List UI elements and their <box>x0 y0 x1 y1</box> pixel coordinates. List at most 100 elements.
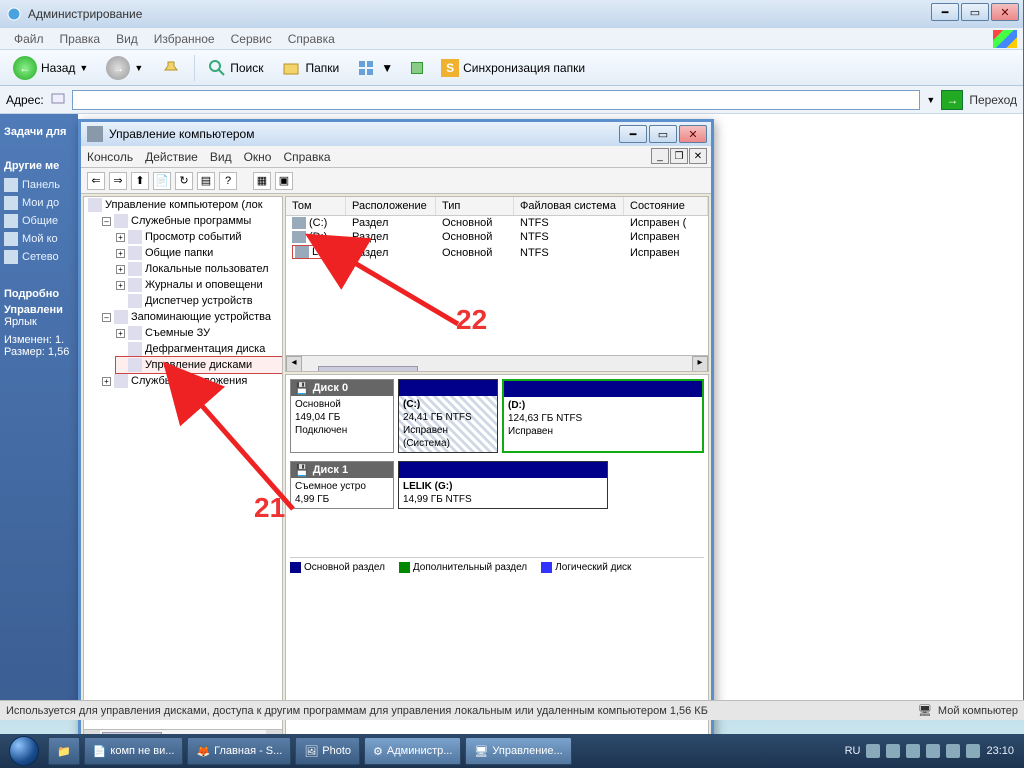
sidebar-item[interactable]: Мой ко <box>4 230 78 248</box>
mmc-maximize[interactable]: ▭ <box>649 125 677 143</box>
volume-row[interactable]: (D:) РазделОсновнойNTFSИсправен <box>286 230 708 244</box>
taskbar-task[interactable]: 📄комп не ви... <box>84 737 184 765</box>
system-tray: RU 23:10 <box>845 744 1020 758</box>
tree-item-disk-management[interactable]: Управление дисками <box>116 357 282 373</box>
partition-lelik[interactable]: LELIK (G:)14,99 ГБ NTFS <box>398 461 608 509</box>
address-input[interactable] <box>72 90 921 110</box>
taskbar-task[interactable]: 🖼Photo <box>295 737 360 765</box>
menu-edit[interactable]: Правка <box>52 30 109 48</box>
tb-refresh-icon[interactable]: ↻ <box>175 172 193 190</box>
col-location[interactable]: Расположение <box>346 197 436 215</box>
outer-menubar: Файл Правка Вид Избранное Сервис Справка <box>0 28 1023 50</box>
tree-item-defrag[interactable]: Дефрагментация диска <box>116 341 282 357</box>
partition-d[interactable]: (D:)124,63 ГБ NTFSИсправен <box>502 379 704 453</box>
volume-list-header: Том Расположение Тип Файловая система Со… <box>286 197 708 216</box>
up-button[interactable] <box>156 55 186 81</box>
menu-action[interactable]: Действие <box>145 150 198 164</box>
menu-view[interactable]: Вид <box>108 30 146 48</box>
sidebar-detail-title: Управлени <box>4 304 78 316</box>
disk-icon: 💾 <box>295 382 309 395</box>
forward-button[interactable]: →▼ <box>101 53 148 83</box>
partition-c[interactable]: (C:)24,41 ГБ NTFSИсправен (Система) <box>398 379 498 453</box>
col-state[interactable]: Состояние <box>624 197 708 215</box>
disk-graphical-view: 💾Диск 0 Основной149,04 ГБПодключен (C:)2… <box>285 374 709 746</box>
mmc-icon <box>87 126 103 142</box>
tray-icon[interactable] <box>946 744 960 758</box>
minimize-button[interactable]: ━ <box>931 3 959 21</box>
mmc-minimize[interactable]: ━ <box>619 125 647 143</box>
col-volume[interactable]: Том <box>286 197 346 215</box>
tray-icon[interactable] <box>966 744 980 758</box>
tb-view-icon[interactable]: ▣ <box>275 172 293 190</box>
tb-back-icon[interactable]: ⇐ <box>87 172 105 190</box>
sidebar-item[interactable]: Сетево <box>4 248 78 266</box>
menu-favorites[interactable]: Избранное <box>146 30 223 48</box>
menu-console[interactable]: Консоль <box>87 150 133 164</box>
tree-group[interactable]: –Служебные программы <box>102 213 282 229</box>
tray-icon[interactable] <box>886 744 900 758</box>
sidebar-item[interactable]: Мои до <box>4 194 78 212</box>
start-button[interactable] <box>4 734 44 768</box>
tree-item-events[interactable]: +Просмотр событий <box>116 229 282 245</box>
tree-item-users[interactable]: +Локальные пользовател <box>116 261 282 277</box>
tray-icon[interactable] <box>926 744 940 758</box>
taskbar-task[interactable]: ⚙Администр... <box>364 737 461 765</box>
folders-button[interactable]: Папки <box>277 56 345 80</box>
tray-icon[interactable] <box>866 744 880 758</box>
lang-indicator[interactable]: RU <box>845 745 861 757</box>
tree-item-logs[interactable]: +Журналы и оповещени <box>116 277 282 293</box>
address-bar: Адрес: ▼ → Переход <box>0 86 1023 114</box>
disk0-info[interactable]: 💾Диск 0 Основной149,04 ГБПодключен <box>290 379 394 453</box>
quick-launch[interactable]: 📁 <box>48 737 80 765</box>
tb-extra1[interactable] <box>406 59 428 77</box>
tree-group[interactable]: +Службы и приложения <box>102 373 282 389</box>
close-button[interactable]: ✕ <box>991 3 1019 21</box>
maximize-button[interactable]: ▭ <box>961 3 989 21</box>
menu-tools[interactable]: Сервис <box>223 30 280 48</box>
mdi-close[interactable]: ✕ <box>689 148 707 164</box>
tree-item-removable[interactable]: +Съемные ЗУ <box>116 325 282 341</box>
taskbar-task[interactable]: 🖥Управление... <box>465 737 571 765</box>
col-type[interactable]: Тип <box>436 197 514 215</box>
computer-management-window: Управление компьютером ━ ▭ ✕ Консоль Дей… <box>78 119 714 751</box>
tree-item-devmgr[interactable]: Диспетчер устройств <box>116 293 282 309</box>
tb-settings-icon[interactable]: ▦ <box>253 172 271 190</box>
tb-up-icon[interactable]: ⬆ <box>131 172 149 190</box>
disk1-info[interactable]: 💾Диск 1 Съемное устро4,99 ГБ <box>290 461 394 509</box>
tree-group[interactable]: –Запоминающие устройства <box>102 309 282 325</box>
tree-root[interactable]: Управление компьютером (лок <box>88 197 282 213</box>
sync-button[interactable]: SСинхронизация папки <box>436 56 590 80</box>
address-dropdown[interactable]: ▼ <box>926 95 935 105</box>
sidebar-item[interactable]: Общие <box>4 212 78 230</box>
menu-view[interactable]: Вид <box>210 150 232 164</box>
menu-window[interactable]: Окно <box>244 150 272 164</box>
status-text: Используется для управления дисками, дос… <box>6 705 708 717</box>
taskbar-task[interactable]: 🦊Главная - S... <box>187 737 291 765</box>
tb-props-icon[interactable]: 📄 <box>153 172 171 190</box>
search-button[interactable]: Поиск <box>203 56 268 80</box>
tb-help-icon[interactable]: ? <box>219 172 237 190</box>
volume-row[interactable]: LELIK РазделОсновнойNTFSИсправен <box>286 244 708 262</box>
views-button[interactable]: ▼ <box>352 56 398 80</box>
tb-export-icon[interactable]: ▤ <box>197 172 215 190</box>
mdi-restore[interactable]: ❐ <box>670 148 688 164</box>
go-button[interactable]: → <box>941 90 963 110</box>
back-button[interactable]: ←Назад▼ <box>8 53 93 83</box>
volumes-hscroll[interactable]: ◂▸ <box>286 355 708 371</box>
status-right: Мой компьютер <box>938 705 1018 717</box>
admin-tools-window: Администрирование ━ ▭ ✕ Файл Правка Вид … <box>0 0 1024 720</box>
mmc-close[interactable]: ✕ <box>679 125 707 143</box>
tray-icon[interactable] <box>906 744 920 758</box>
menu-file[interactable]: Файл <box>6 30 52 48</box>
menu-help[interactable]: Справка <box>283 150 330 164</box>
menu-help[interactable]: Справка <box>280 30 343 48</box>
col-filesystem[interactable]: Файловая система <box>514 197 624 215</box>
clock[interactable]: 23:10 <box>986 745 1014 757</box>
tree-item-shared[interactable]: +Общие папки <box>116 245 282 261</box>
sidebar-places-header: Другие ме <box>4 160 78 172</box>
mmc-body: Управление компьютером (лок –Служебные п… <box>81 194 711 748</box>
volume-row[interactable]: (C:) РазделОсновнойNTFSИсправен ( <box>286 216 708 230</box>
tb-fwd-icon[interactable]: ⇒ <box>109 172 127 190</box>
mdi-min[interactable]: _ <box>651 148 669 164</box>
sidebar-item[interactable]: Панель <box>4 176 78 194</box>
